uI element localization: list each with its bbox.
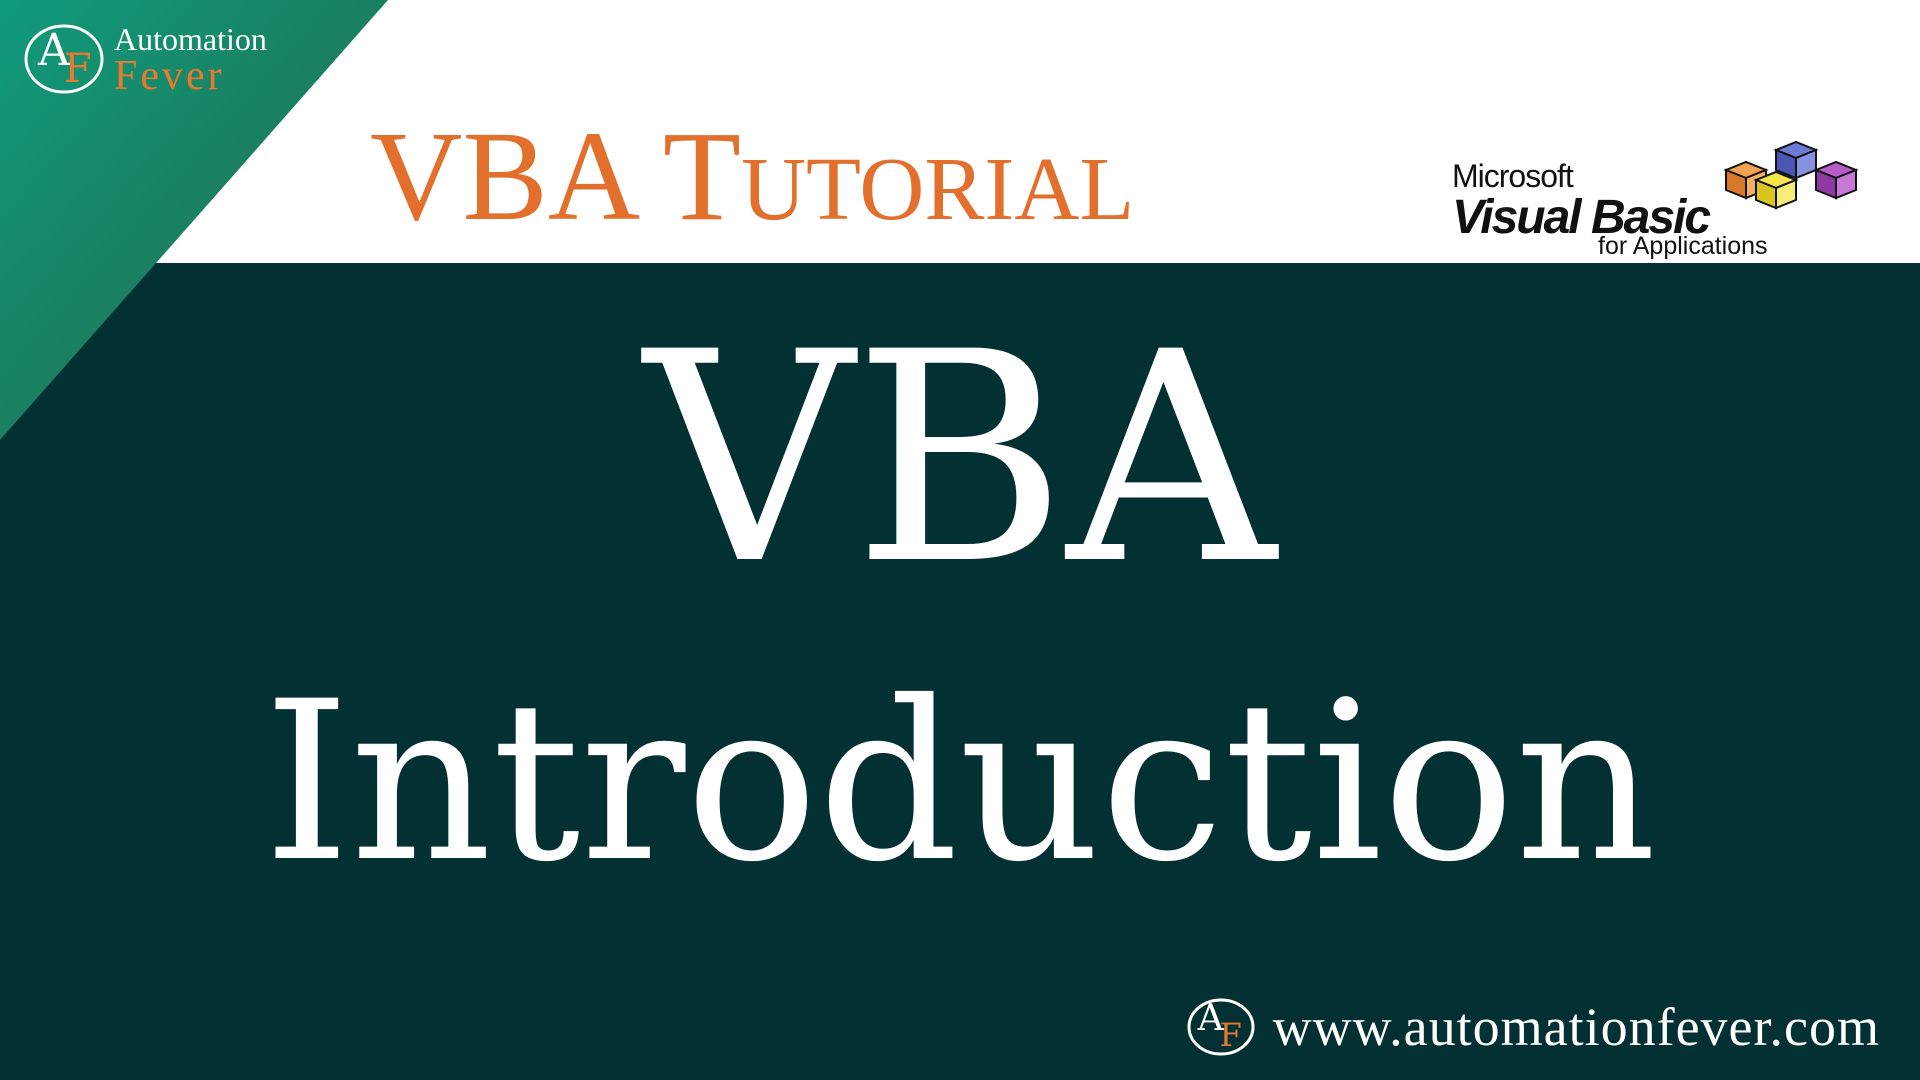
thumbnail-canvas: A F Automation Fever VBA Tutorial Micros… [0, 0, 1920, 1080]
footer-logo-letter-f: F [1219, 1016, 1242, 1054]
main-title: VBA Introduction [0, 300, 1920, 932]
af-logo-small-icon: A F [1187, 997, 1257, 1057]
for-applications-wordmark: for Applications [1598, 232, 1768, 260]
af-logo-icon: A F [24, 23, 108, 95]
tutorial-heading: VBA Tutorial [370, 105, 1135, 247]
cubes-icon [1723, 140, 1859, 210]
website-url[interactable]: www.automationfever.com [1273, 996, 1880, 1058]
main-title-line-1: VBA [644, 291, 1276, 628]
brand-lockup: A F Automation Fever [24, 21, 267, 99]
main-title-line-2: Introduction [263, 654, 1657, 910]
brand-name-top: Automation [114, 21, 267, 57]
brand-name-bottom: Fever [114, 53, 225, 99]
logo-letter-f: F [64, 46, 92, 92]
brand-name: Automation Fever [114, 21, 267, 99]
vba-product-logo: Microsoft Visual Basic for Applications [1450, 140, 1870, 264]
footer: A F www.automationfever.com [1187, 996, 1880, 1058]
